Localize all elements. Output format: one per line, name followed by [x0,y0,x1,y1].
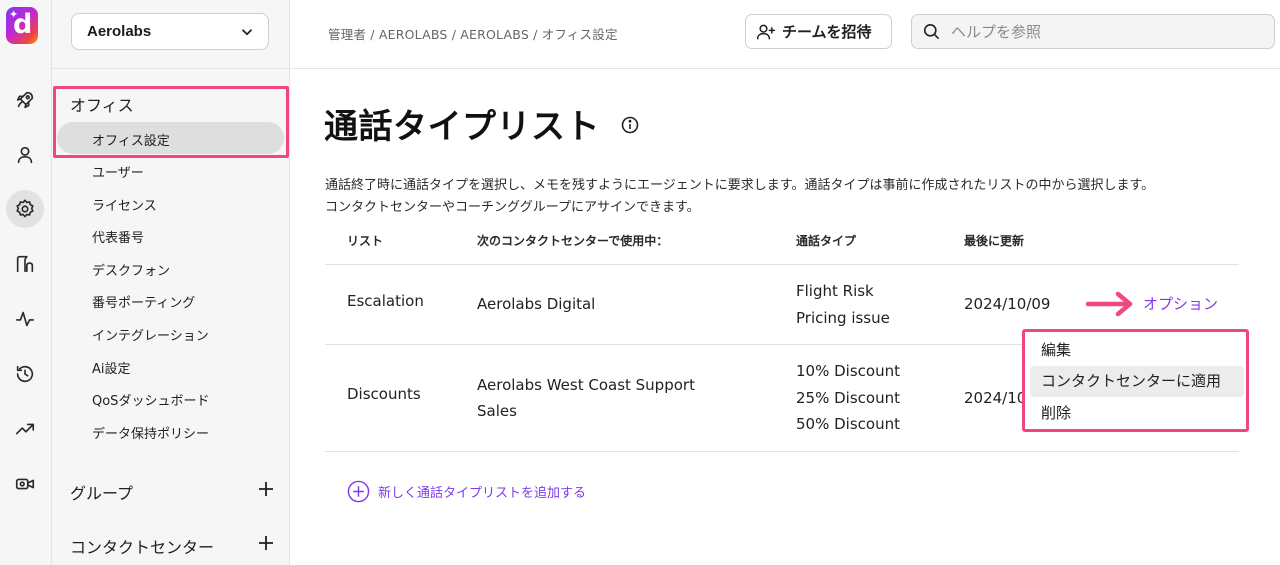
add-contact-center-button[interactable] [258,535,274,551]
row-1-options-link[interactable]: オプション [1143,293,1218,314]
rail-video-button[interactable] [6,465,44,503]
page-description: 通話終了時に通話タイプを選択し、メモを残すようにエージェントに要求します。通話タ… [325,175,1255,219]
nav-item-number-porting[interactable]: 番号ポーティング [92,292,195,311]
row-2-used-in-1: Aerolabs West Coast Support [477,376,695,394]
rail-analytics-button[interactable] [6,410,44,448]
nav-item-ai-settings[interactable]: Ai設定 [92,358,131,377]
column-header-used-in: 次のコンタクトセンターで使用中： [477,234,669,248]
icon-rail: ✦ d [0,0,52,565]
table-row-divider [325,451,1239,452]
row-2-call-type-3: 50% Discount [796,415,900,433]
activity-icon [15,311,35,327]
add-call-type-list-label: 新しく通話タイプリストを追加する [378,486,587,501]
help-search-input[interactable] [951,22,1251,41]
row-1-updated: 2024/10/09 [964,295,1051,313]
add-user-icon [756,24,776,39]
row-1-call-type-2: Pricing issue [796,309,890,327]
info-icon[interactable] [620,115,640,135]
video-camera-icon [15,478,35,490]
add-group-button[interactable] [258,481,274,497]
nav-item-users[interactable]: ユーザー [92,162,144,181]
nav-divider [52,68,290,69]
nav-item-integrations[interactable]: インテグレーション [92,325,209,344]
office-section-title[interactable]: オフィス [70,92,134,116]
logo-letter: d [13,9,33,40]
row-2-updated: 2024/10 [964,389,1027,407]
options-menu: 編集 コンタクトセンターに適用 削除 [1022,329,1249,432]
row-1-list-name[interactable]: Escalation [347,288,424,315]
breadcrumb[interactable]: 管理者 / AEROLABS / AEROLABS / オフィス設定 [328,24,618,43]
page-title: 通話タイプリスト [324,107,600,147]
help-search[interactable] [911,14,1275,49]
description-line-1: 通話終了時に通話タイプを選択し、メモを残すようにエージェントに要求します。通話タ… [325,178,1155,193]
arrow-annotation-icon [1085,291,1136,317]
rail-activity-button[interactable] [6,300,44,338]
menu-item-apply-contact-center[interactable]: コンタクトセンターに適用 [1030,366,1244,397]
menu-item-delete[interactable]: 削除 [1030,398,1244,429]
plus-icon [259,482,273,496]
rail-launch-button[interactable] [6,81,44,119]
nav-item-licenses[interactable]: ライセンス [92,195,157,214]
column-header-last-updated: 最後に更新 [964,234,1025,248]
row-1-used-in: Aerolabs Digital [477,295,596,313]
row-2-call-type-1: 10% Discount [796,362,900,380]
nav-item-desk-phones[interactable]: デスクフォン [92,260,170,279]
column-header-list: リスト [347,234,384,248]
search-icon [923,23,940,40]
row-2-list-name[interactable]: Discounts [347,381,421,408]
history-icon [16,365,34,383]
person-icon [17,146,33,164]
groups-section-title[interactable]: グループ [70,480,133,504]
column-header-call-types: 通話タイプ [796,234,857,248]
table-divider [325,264,1239,265]
plus-circle-icon [347,480,370,503]
contact-center-section-title[interactable]: コンタクトセンター [70,534,214,558]
rail-history-button[interactable] [6,355,44,393]
add-call-type-list-link[interactable]: 新しく通話タイプリストを追加する [347,480,586,503]
rail-users-button[interactable] [6,136,44,174]
workspace-name: Aerolabs [87,23,152,40]
gear-icon [16,199,34,218]
nav-item-main-number[interactable]: 代表番号 [92,227,144,246]
header-divider [291,68,1280,69]
nav-item-qos-dashboard[interactable]: QoSダッシュボード [92,390,209,409]
workspace-select[interactable]: Aerolabs [71,13,269,50]
menu-item-edit[interactable]: 編集 [1030,335,1244,366]
rail-settings-button[interactable] [6,190,44,228]
invite-team-button[interactable]: チームを招待 [745,14,892,49]
nav-item-data-retention[interactable]: データ保持ポリシー [92,423,209,442]
settings-nav: Aerolabs オフィス オフィス設定 ユーザー ライセンス 代表番号 デスク… [52,0,290,565]
row-1-call-type-1: Flight Risk [796,282,874,300]
nav-item-office-settings[interactable]: オフィス設定 [92,130,170,149]
row-2-call-type-2: 25% Discount [796,389,900,407]
chevron-down-icon [241,28,253,35]
routing-icon [16,255,34,273]
rail-routing-button[interactable] [6,245,44,283]
row-2-used-in-2: Sales [477,402,517,420]
app-logo[interactable]: ✦ d [6,7,38,44]
rocket-icon [16,91,34,109]
trending-icon [15,423,35,435]
description-line-2: コンタクトセンターやコーチンググループにアサインできます。 [325,200,700,215]
invite-team-label: チームを招待 [782,23,872,41]
plus-icon [259,536,273,550]
